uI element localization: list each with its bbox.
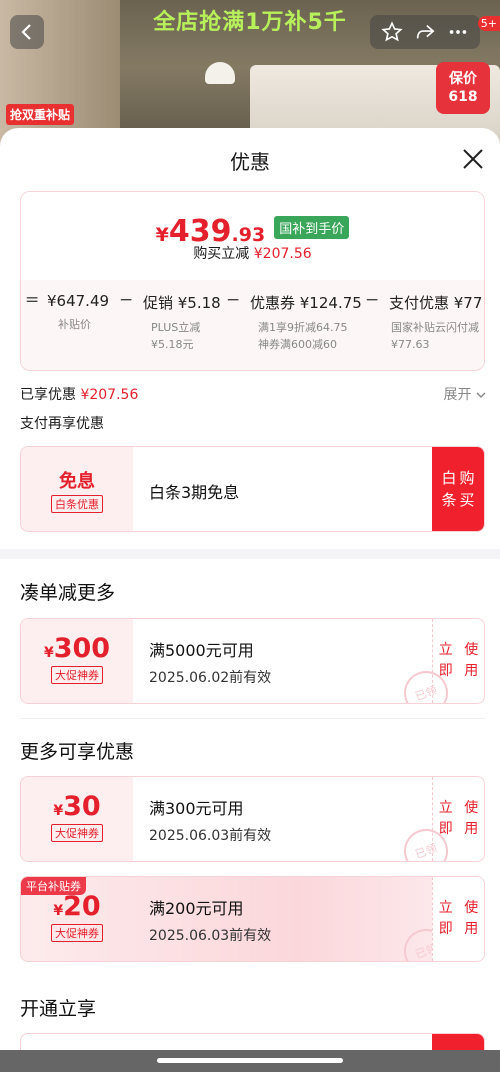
baitiao-tag: 白条优惠	[51, 495, 103, 513]
coupon-condition: 满300元可用	[149, 799, 244, 818]
price-protection-badge: 保价 618	[436, 62, 490, 114]
breakdown-item: 支付优惠 ¥77.63 国家补贴云闪付减 ¥77.63	[389, 292, 484, 353]
breakdown-value: ¥647.49	[47, 292, 110, 310]
subsidy-price-tag: 国补到手价	[274, 216, 350, 239]
breakdown-sub: ¥5.18元	[151, 338, 194, 351]
coupon-info: 满5000元可用 2025.06.02前有效	[149, 637, 271, 687]
breakdown-value: 促销 ¥5.18	[143, 294, 221, 312]
coupon-left: ¥30 大促神券	[21, 777, 133, 861]
coupon-value: 30	[63, 791, 101, 822]
coupon-left: ¥300 大促神券	[21, 619, 133, 703]
breakdown-sub: 满1享9折减64.75	[258, 321, 348, 334]
baojia-line1: 保价	[449, 71, 477, 87]
use-now-button[interactable]: 立即 使用	[432, 777, 484, 861]
baitiao-desc-wrap: 白条3期免息	[149, 479, 239, 503]
coupon-yen: ¥	[43, 645, 54, 661]
coupon-value: 300	[53, 633, 111, 664]
top-action-group	[370, 15, 480, 49]
lamp-graphic	[205, 62, 235, 84]
enjoyed-label: 已享优惠	[20, 387, 76, 403]
baitiao-title: 免息	[59, 471, 95, 492]
coupon-amount: ¥20	[21, 891, 133, 922]
purchase-discount-value: ¥207.56	[253, 246, 312, 262]
breakdown-item: ¥647.49 补贴价	[47, 292, 109, 333]
breakdown-operator: −	[226, 290, 241, 310]
coupon-info: 满300元可用 2025.06.03前有效	[149, 795, 271, 845]
expand-label: 展开	[443, 387, 472, 403]
coupon-label: 大促神券	[51, 924, 103, 942]
coupon-yen: ¥	[53, 903, 64, 919]
sheet-title: 优惠	[230, 150, 270, 174]
enjoyed-value: ¥207.56	[80, 387, 139, 403]
close-button[interactable]	[460, 146, 486, 172]
divider	[20, 718, 485, 719]
coupon-yen: ¥	[53, 803, 64, 819]
price-breakdown[interactable]: = ¥647.49 补贴价 − 促销 ¥5.18 PLUS立减 ¥5.18元 −…	[21, 280, 484, 370]
promo-tag: 抢双重补贴	[6, 104, 75, 125]
section-title: 更多可享优惠	[20, 741, 135, 763]
expand-button[interactable]: 展开	[444, 384, 486, 404]
platform-subsidy-tag: 平台补贴券	[21, 877, 86, 895]
coupon-value: 20	[63, 891, 101, 922]
breakdown-operator: =	[25, 290, 40, 310]
section-separator	[0, 549, 500, 559]
price-top: ¥439.93 国补到手价 购买立减 ¥207.56	[21, 192, 484, 280]
coupon-card: ¥300 大促神券 满5000元可用 2025.06.02前有效 已领 立即 使用	[20, 618, 485, 704]
purchase-discount: 购买立减 ¥207.56	[21, 243, 484, 263]
star-icon[interactable]	[381, 21, 403, 43]
enjoyed-discount: 已享优惠 ¥207.56	[20, 384, 138, 404]
close-icon	[463, 149, 483, 169]
chevron-left-icon	[21, 24, 31, 40]
baitiao-card: 免息 白条优惠 白条3期免息 白条 购买	[20, 446, 485, 532]
price-summary-box: ¥439.93 国补到手价 购买立减 ¥207.56 = ¥647.49 补贴价…	[20, 191, 485, 371]
more-icon[interactable]	[447, 21, 469, 43]
section-title: 开通立享	[20, 998, 97, 1020]
back-button[interactable]	[10, 15, 44, 49]
use-now-button[interactable]: 立即 使用	[432, 619, 484, 703]
message-count-badge: 5+	[477, 16, 500, 31]
breakdown-sub: ¥77.63	[391, 338, 430, 351]
coupon-card: ¥20 大促神券 平台补贴券 满200元可用 2025.06.03前有效 已领 …	[20, 876, 485, 962]
breakdown-item: 促销 ¥5.18 PLUS立减 ¥5.18元	[143, 292, 221, 353]
breakdown-sub: PLUS立减	[151, 321, 201, 334]
baojia-line2: 618	[448, 89, 478, 105]
use-now-button[interactable]: 立即 使用	[432, 877, 484, 961]
discount-bottom-sheet: 优惠 ¥439.93 国补到手价 购买立减 ¥207.56 = ¥647.49 …	[0, 128, 500, 1072]
coupon-label: 大促神券	[51, 666, 103, 684]
coupon-label: 大促神券	[51, 824, 103, 842]
breakdown-operator: −	[119, 290, 134, 310]
breakdown-sub: 神券满600减60	[258, 338, 337, 351]
coupon-expiry: 2025.06.02前有效	[149, 670, 272, 686]
coupon-amount: ¥30	[21, 791, 133, 822]
coupon-expiry: 2025.06.03前有效	[149, 828, 272, 844]
home-indicator[interactable]	[157, 1058, 343, 1063]
coupon-amount: ¥300	[21, 633, 133, 664]
home-indicator-bar	[0, 1050, 500, 1072]
baitiao-left: 免息 白条优惠	[21, 447, 133, 531]
pay-again-label: 支付再享优惠	[20, 416, 104, 432]
chevron-down-icon	[476, 392, 486, 398]
breakdown-sub: 国家补贴云闪付减	[391, 321, 479, 334]
breakdown-value: 支付优惠 ¥77.63	[389, 294, 484, 312]
baitiao-buy-button[interactable]: 白条 购买	[432, 447, 484, 531]
section-title: 凑单减更多	[20, 582, 116, 604]
coupon-card: ¥30 大促神券 满300元可用 2025.06.03前有效 已领 立即 使用	[20, 776, 485, 862]
purchase-discount-label: 购买立减	[193, 246, 250, 262]
breakdown-item: 优惠券 ¥124.75 满1享9折减64.75 神券满600减60	[250, 292, 362, 353]
top-navigation: 5+	[0, 0, 500, 60]
coupon-info: 满200元可用 2025.06.03前有效	[149, 895, 271, 945]
breakdown-sub: 补贴价	[58, 318, 91, 331]
share-icon[interactable]	[414, 21, 436, 43]
breakdown-operator: −	[365, 290, 380, 310]
coupon-expiry: 2025.06.03前有效	[149, 928, 272, 944]
coupon-condition: 满5000元可用	[149, 641, 254, 660]
baitiao-desc: 白条3期免息	[149, 483, 240, 502]
coupon-condition: 满200元可用	[149, 899, 244, 918]
breakdown-value: 优惠券 ¥124.75	[250, 294, 362, 312]
